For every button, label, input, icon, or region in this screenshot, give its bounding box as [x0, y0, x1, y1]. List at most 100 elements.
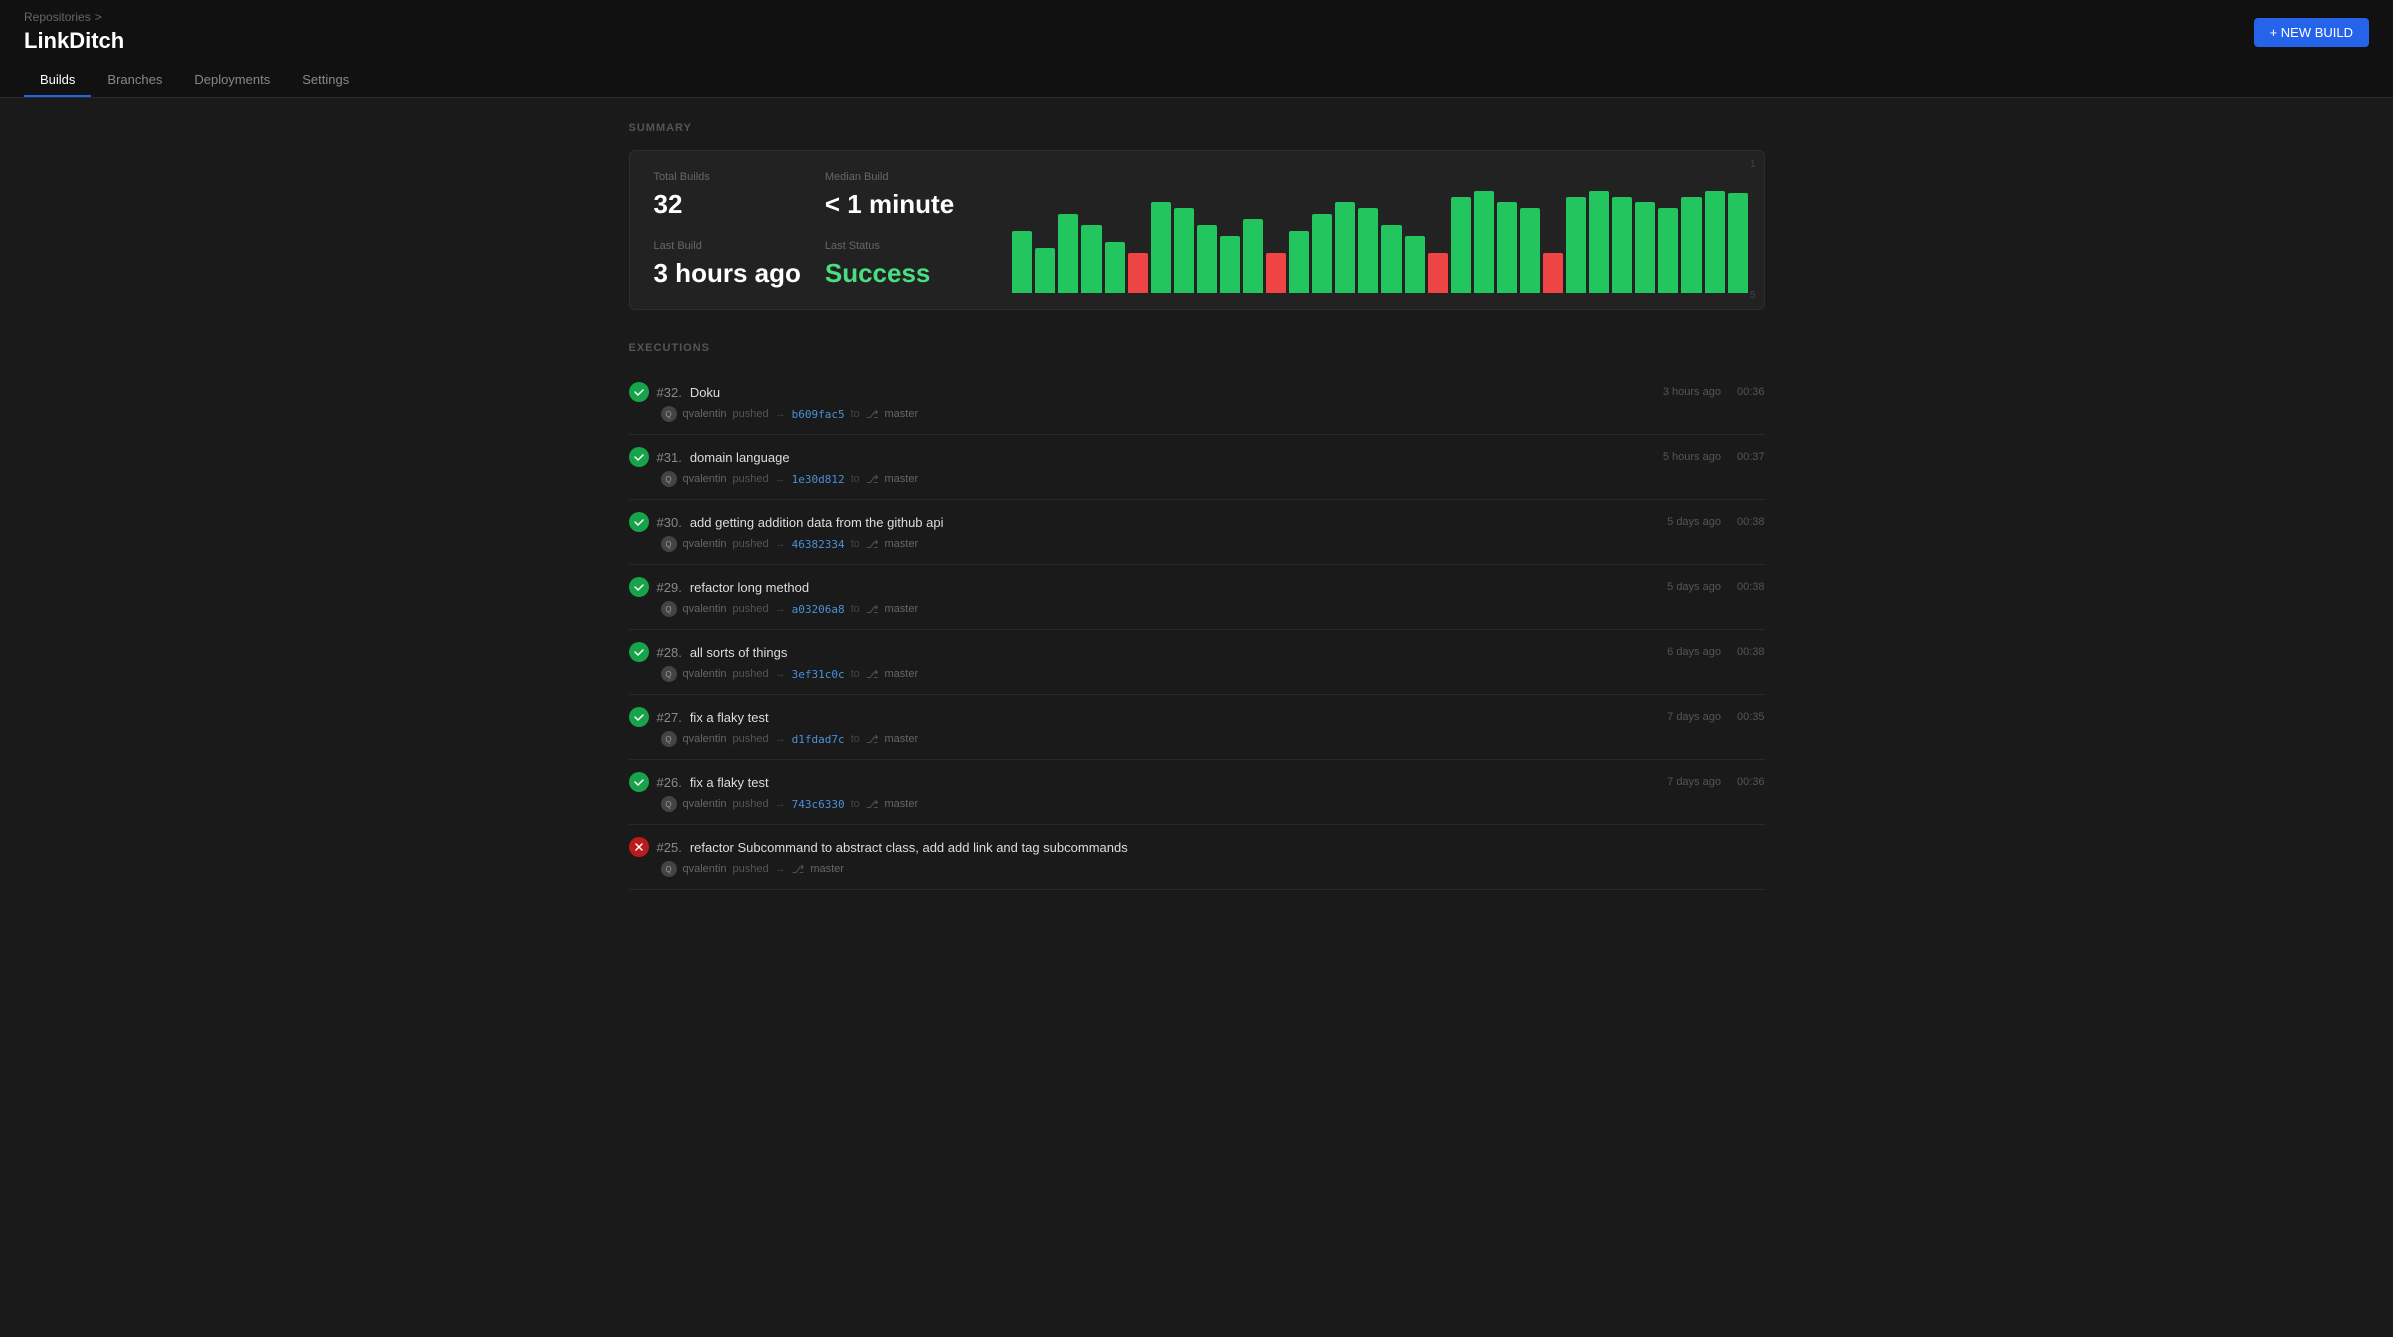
execution-number: #32. [657, 385, 682, 400]
execution-user: qvalentin [683, 733, 727, 745]
arrow-icon: → [775, 668, 786, 680]
avatar: Q [661, 406, 677, 422]
total-builds-label: Total Builds [654, 171, 801, 183]
commit-hash[interactable]: 1e30d812 [792, 473, 845, 486]
execution-action: pushed [733, 733, 769, 745]
branch-name[interactable]: master [885, 798, 919, 810]
execution-user: qvalentin [683, 863, 727, 875]
to-text: to [851, 668, 860, 680]
median-build-value: < 1 minute [825, 189, 972, 220]
commit-hash[interactable]: 46382334 [792, 538, 845, 551]
branch-name[interactable]: master [885, 603, 919, 615]
arrow-icon: → [775, 603, 786, 615]
branch-name[interactable]: master [810, 863, 844, 875]
execution-duration: 00:38 [1737, 646, 1765, 658]
status-icon [629, 772, 649, 792]
to-text: to [851, 538, 860, 550]
breadcrumb-repositories[interactable]: Repositories [24, 10, 91, 24]
status-icon [629, 447, 649, 467]
execution-time: 7 days ago [1667, 711, 1721, 723]
to-text: to [851, 733, 860, 745]
branch-name[interactable]: master [885, 733, 919, 745]
execution-meta-right: 6 days ago 00:38 [1667, 646, 1764, 658]
execution-meta-right: 5 days ago 00:38 [1667, 581, 1764, 593]
execution-item[interactable]: #32. Doku 3 hours ago 00:36 Q qvalentin … [629, 370, 1765, 435]
page-title: LinkDitch [24, 28, 124, 54]
execution-number: #27. [657, 710, 682, 725]
execution-item[interactable]: #31. domain language 5 hours ago 00:37 Q… [629, 435, 1765, 500]
tab-builds[interactable]: Builds [24, 64, 91, 97]
median-build-label: Median Build [825, 171, 972, 183]
last-build-label: Last Build [654, 240, 801, 252]
to-text: to [851, 798, 860, 810]
execution-duration: 00:38 [1737, 516, 1765, 528]
execution-details: Q qvalentin pushed → d1fdad7c to ⎇ maste… [661, 731, 1765, 747]
commit-hash[interactable]: 3ef31c0c [792, 668, 845, 681]
execution-number: #28. [657, 645, 682, 660]
branch-name[interactable]: master [885, 668, 919, 680]
execution-duration: 00:38 [1737, 581, 1765, 593]
tab-settings[interactable]: Settings [286, 64, 365, 97]
execution-duration: 00:37 [1737, 451, 1765, 463]
new-build-button[interactable]: + NEW BUILD [2254, 18, 2369, 47]
execution-number: #29. [657, 580, 682, 595]
status-icon [629, 512, 649, 532]
app-header: Repositories > LinkDitch + NEW BUILD Bui… [0, 0, 2393, 98]
execution-item[interactable]: #26. fix a flaky test 7 days ago 00:36 Q… [629, 760, 1765, 825]
execution-action: pushed [733, 473, 769, 485]
to-text: to [851, 473, 860, 485]
branch-name[interactable]: master [885, 408, 919, 420]
execution-title: refactor Subcommand to abstract class, a… [690, 840, 1128, 855]
execution-time: 6 days ago [1667, 646, 1721, 658]
execution-action: pushed [733, 538, 769, 550]
arrow-icon: → [775, 733, 786, 745]
execution-item[interactable]: #30. add getting addition data from the … [629, 500, 1765, 565]
execution-title: fix a flaky test [690, 710, 769, 725]
execution-item[interactable]: #25. refactor Subcommand to abstract cla… [629, 825, 1765, 890]
branch-name[interactable]: master [885, 473, 919, 485]
execution-action: pushed [733, 668, 769, 680]
breadcrumb: Repositories > [24, 10, 124, 24]
execution-details: Q qvalentin pushed → 743c6330 to ⎇ maste… [661, 796, 1765, 812]
execution-title: Doku [690, 385, 720, 400]
execution-item[interactable]: #29. refactor long method 5 days ago 00:… [629, 565, 1765, 630]
execution-number: #25. [657, 840, 682, 855]
avatar: Q [661, 666, 677, 682]
branch-icon: ⎇ [866, 603, 879, 616]
avatar: Q [661, 471, 677, 487]
avatar: Q [661, 601, 677, 617]
tab-branches[interactable]: Branches [91, 64, 178, 97]
execution-duration: 00:36 [1737, 776, 1765, 788]
execution-duration: 00:36 [1737, 386, 1765, 398]
execution-details: Q qvalentin pushed → b609fac5 to ⎇ maste… [661, 406, 1765, 422]
arrow-icon: → [775, 538, 786, 550]
commit-hash[interactable]: d1fdad7c [792, 733, 845, 746]
chart-bars-container [1012, 167, 1747, 293]
execution-details: Q qvalentin pushed → ⎇ master [661, 861, 1765, 877]
commit-hash[interactable]: b609fac5 [792, 408, 845, 421]
execution-time: 5 days ago [1667, 581, 1721, 593]
branch-name[interactable]: master [885, 538, 919, 550]
execution-meta-right: 7 days ago 00:36 [1667, 776, 1764, 788]
breadcrumb-separator: > [95, 10, 102, 24]
execution-action: pushed [733, 798, 769, 810]
execution-number: #31. [657, 450, 682, 465]
commit-hash[interactable]: 743c6330 [792, 798, 845, 811]
execution-user: qvalentin [683, 473, 727, 485]
avatar: Q [661, 796, 677, 812]
arrow-icon: → [775, 798, 786, 810]
commit-hash[interactable]: a03206a8 [792, 603, 845, 616]
execution-time: 7 days ago [1667, 776, 1721, 788]
chart-top-label: 1 [1750, 159, 1756, 170]
median-build-stat: Median Build < 1 minute [825, 171, 972, 220]
execution-user: qvalentin [683, 798, 727, 810]
total-builds-value: 32 [654, 189, 801, 220]
tab-deployments[interactable]: Deployments [178, 64, 286, 97]
to-text: to [851, 603, 860, 615]
execution-item[interactable]: #28. all sorts of things 6 days ago 00:3… [629, 630, 1765, 695]
execution-title: all sorts of things [690, 645, 788, 660]
main-content: SUMMARY Total Builds 32 Median Build < 1… [597, 98, 1797, 914]
summary-card: Total Builds 32 Median Build < 1 minute … [629, 150, 1765, 310]
status-icon [629, 577, 649, 597]
execution-item[interactable]: #27. fix a flaky test 7 days ago 00:35 Q… [629, 695, 1765, 760]
